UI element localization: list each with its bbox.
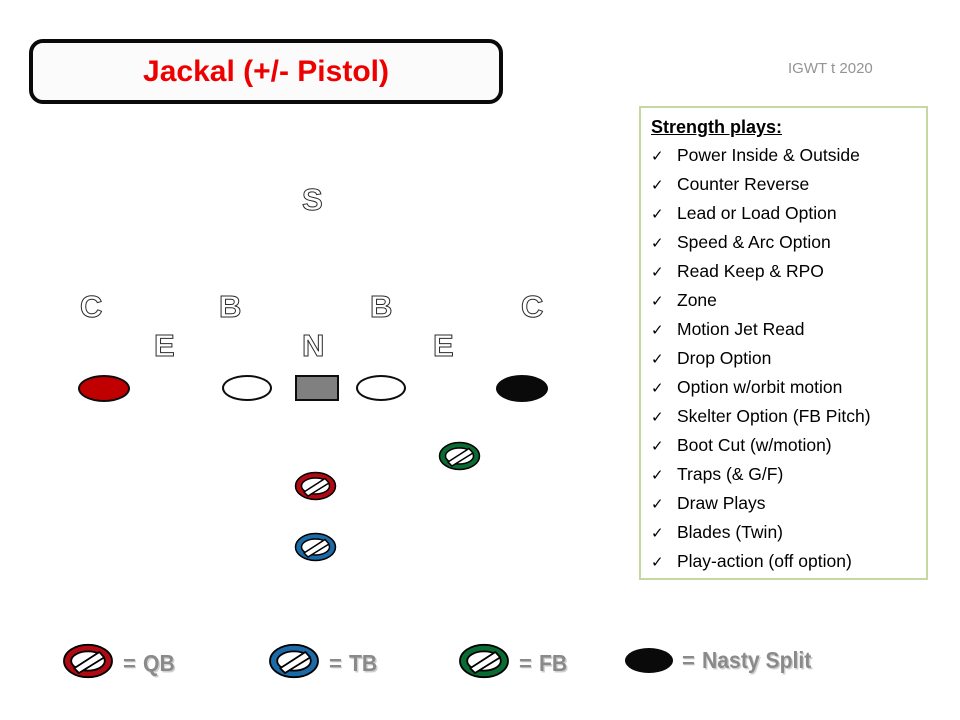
strength-play-item: ✓ Read Keep & RPO — [651, 257, 926, 286]
legend-nasty-split-symbol-icon — [625, 648, 673, 673]
strength-play-item: ✓ Blades (Twin) — [651, 518, 926, 547]
check-icon: ✓ — [651, 235, 664, 252]
strength-play-label: Read Keep & RPO — [677, 261, 824, 281]
legend-qb-symbol-icon — [62, 643, 114, 684]
defender-corner-left: C — [79, 289, 103, 324]
receiver-split-left — [78, 375, 130, 402]
strength-play-item: ✓ Draw Plays — [651, 489, 926, 518]
defender-backer-right: B — [369, 289, 393, 324]
strength-plays-list: ✓ Power Inside & Outside ✓ Counter Reverse ✓… — [651, 141, 926, 576]
strength-play-label: Blades (Twin) — [677, 522, 784, 542]
check-icon: ✓ — [651, 409, 664, 426]
strength-play-item: ✓ Counter Reverse — [651, 170, 926, 199]
legend-qb: = QB — [62, 643, 177, 684]
credit-text: IGWT t 2020 — [788, 60, 873, 77]
check-icon: ✓ — [651, 525, 664, 542]
strength-plays-panel: Strength plays: ✓ Power Inside & Outside ✓… — [639, 106, 928, 580]
back-quarterback — [294, 471, 337, 501]
page-title: Jackal (+/- Pistol) — [143, 54, 389, 88]
legend-qb-label: QB — [142, 650, 175, 676]
strength-play-label: Draw Plays — [677, 493, 766, 513]
defender-end-left: E — [154, 328, 176, 363]
strength-play-item: ✓ Play-action (off option) — [651, 547, 926, 576]
lineman-left-tackle — [222, 375, 272, 401]
check-icon: ✓ — [651, 380, 664, 397]
strength-play-label: Zone — [677, 290, 717, 310]
legend-equals-sign: = — [519, 650, 532, 676]
strength-play-label: Skelter Option (FB Pitch) — [677, 406, 871, 426]
check-icon: ✓ — [651, 351, 664, 368]
check-icon: ✓ — [651, 206, 664, 223]
check-icon: ✓ — [651, 496, 664, 513]
legend-fb-symbol-icon — [458, 643, 510, 684]
check-icon: ✓ — [651, 322, 664, 339]
lineman-right-tackle — [356, 375, 406, 401]
check-icon: ✓ — [651, 438, 664, 455]
lineman-center — [295, 375, 339, 401]
back-tailback — [294, 532, 337, 562]
strength-play-item: ✓ Speed & Arc Option — [651, 228, 926, 257]
check-icon: ✓ — [651, 264, 664, 281]
legend-tb-label: TB — [348, 650, 378, 676]
defender-corner-right: C — [520, 289, 544, 324]
strength-play-item: ✓ Lead or Load Option — [651, 199, 926, 228]
strength-play-label: Speed & Arc Option — [677, 232, 831, 252]
check-icon: ✓ — [651, 554, 664, 571]
legend-nasty-split-label: Nasty Split — [701, 647, 812, 673]
defender-safety: S — [302, 182, 324, 217]
strength-play-item: ✓ Boot Cut (w/motion) — [651, 431, 926, 460]
strength-play-item: ✓ Zone — [651, 286, 926, 315]
legend-equals-sign: = — [329, 650, 342, 676]
receiver-nasty-split-right — [496, 375, 548, 402]
slide-title-box: Jackal (+/- Pistol) — [29, 39, 503, 104]
check-icon: ✓ — [651, 293, 664, 310]
strength-plays-heading: Strength plays: — [651, 117, 783, 137]
slide-canvas: Jackal (+/- Pistol) IGWT t 2020 Strength… — [0, 0, 960, 720]
back-fullback — [438, 441, 481, 471]
strength-play-label: Option w/orbit motion — [677, 377, 843, 397]
strength-play-item: ✓ Drop Option — [651, 344, 926, 373]
strength-play-label: Boot Cut (w/motion) — [677, 435, 832, 455]
legend-tb: = TB — [268, 643, 380, 684]
defender-end-right: E — [433, 328, 455, 363]
check-icon: ✓ — [651, 467, 664, 484]
legend-equals-sign: = — [682, 647, 695, 673]
defender-nose: N — [301, 328, 325, 363]
legend-equals-sign: = — [123, 650, 136, 676]
strength-play-label: Drop Option — [677, 348, 772, 368]
strength-play-label: Counter Reverse — [677, 174, 810, 194]
strength-play-item: ✓ Traps (& G/F) — [651, 460, 926, 489]
legend-fb-label: FB — [538, 650, 568, 676]
defender-backer-left: B — [218, 289, 242, 324]
check-icon: ✓ — [651, 177, 664, 194]
strength-play-label: Traps (& G/F) — [677, 464, 784, 484]
strength-play-item: ✓ Option w/orbit motion — [651, 373, 926, 402]
legend-tb-symbol-icon — [268, 643, 320, 684]
strength-play-item: ✓ Skelter Option (FB Pitch) — [651, 402, 926, 431]
legend-nasty-split: = Nasty Split — [625, 647, 821, 674]
strength-play-label: Motion Jet Read — [677, 319, 805, 339]
strength-play-item: ✓ Power Inside & Outside — [651, 141, 926, 170]
strength-play-label: Power Inside & Outside — [677, 145, 860, 165]
legend-fb: = FB — [458, 643, 570, 684]
strength-play-item: ✓ Motion Jet Read — [651, 315, 926, 344]
strength-play-label: Play-action (off option) — [677, 551, 852, 571]
check-icon: ✓ — [651, 148, 664, 165]
strength-play-label: Lead or Load Option — [677, 203, 837, 223]
